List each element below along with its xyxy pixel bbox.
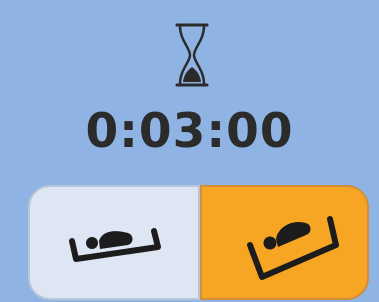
bed-flat-button[interactable] [28, 185, 200, 300]
bed-position-panel: 0:03:00 [0, 0, 379, 302]
countdown-timer: 0:03:00 [85, 104, 294, 159]
bed-incline-button[interactable] [200, 185, 369, 300]
bed-flat-icon [69, 228, 161, 262]
bed-incline-icon [247, 216, 339, 280]
hourglass-icon [175, 23, 209, 87]
